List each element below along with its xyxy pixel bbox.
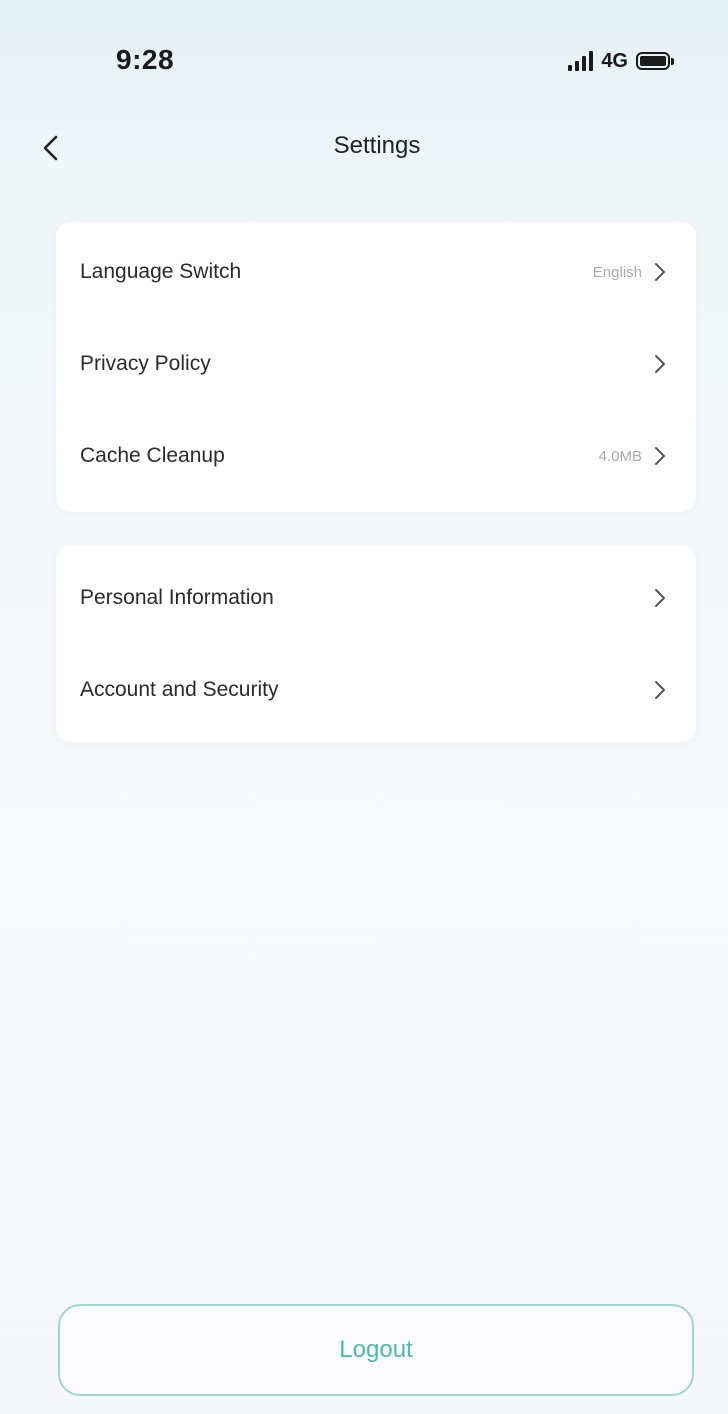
chevron-right-icon: [654, 354, 666, 374]
row-label: Privacy Policy: [80, 352, 211, 375]
chevron-right-icon: [654, 680, 666, 700]
network-label: 4G: [601, 49, 628, 72]
row-cache-cleanup[interactable]: Cache Cleanup 4.0MB: [56, 410, 696, 502]
settings-group-account: Personal Information Account and Securit…: [56, 546, 696, 742]
row-right: [642, 588, 666, 608]
row-right: 4.0MB: [599, 446, 666, 466]
row-label: Personal Information: [80, 586, 274, 609]
row-language-switch[interactable]: Language Switch English: [56, 226, 696, 318]
page-title: Settings: [333, 132, 421, 159]
logout-button[interactable]: Logout: [58, 1304, 694, 1396]
row-label: Language Switch: [80, 260, 242, 283]
cache-size-value: 4.0MB: [598, 447, 642, 465]
row-label: Cache Cleanup: [80, 444, 225, 467]
battery-icon: [636, 51, 676, 71]
row-label: Account and Security: [80, 678, 279, 701]
chevron-right-icon: [654, 446, 666, 466]
settings-group-general: Language Switch English Privacy Policy C…: [56, 222, 696, 512]
row-right: [642, 354, 666, 374]
row-right: English: [593, 262, 666, 282]
status-bar: 9:28 4G: [0, 0, 728, 110]
status-indicators: 4G: [568, 46, 676, 76]
row-right: [642, 680, 666, 700]
status-time: 9:28: [116, 44, 175, 75]
signal-icon: [568, 51, 594, 71]
row-privacy-policy[interactable]: Privacy Policy: [56, 318, 696, 410]
chevron-right-icon: [654, 588, 666, 608]
row-account-security[interactable]: Account and Security: [56, 644, 696, 736]
chevron-right-icon: [654, 262, 666, 282]
row-personal-information[interactable]: Personal Information: [56, 552, 696, 644]
language-value: English: [592, 263, 642, 281]
nav-bar: Settings: [0, 118, 728, 178]
